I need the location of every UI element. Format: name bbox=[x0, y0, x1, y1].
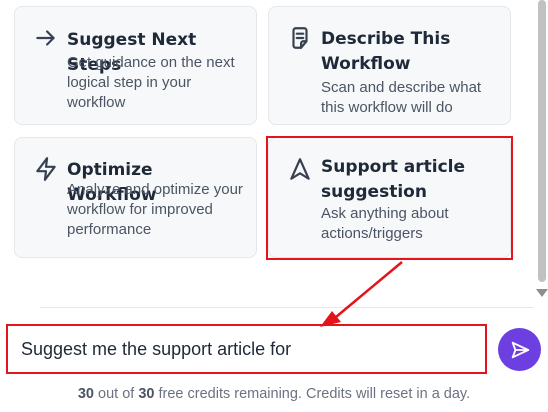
credits-status: 30 out of 30 free credits remaining. Cre… bbox=[0, 386, 548, 402]
credits-out-of: out of bbox=[98, 386, 135, 402]
credits-remaining: 30 bbox=[77, 386, 94, 402]
card-title: Describe This Workflow bbox=[321, 29, 451, 74]
chat-input[interactable] bbox=[6, 324, 487, 374]
card-description: Ask anything about actions/triggers bbox=[321, 205, 449, 242]
optimize-workflow-card[interactable]: Optimize Workflow Analyze and optimize y… bbox=[14, 137, 257, 258]
describe-workflow-card[interactable]: Describe This Workflow Scan and describe… bbox=[268, 6, 511, 125]
scroll-down-arrow-icon[interactable] bbox=[536, 289, 548, 297]
clipboard-list-icon bbox=[292, 27, 308, 49]
card-description: Get guidance on the next logical step in… bbox=[67, 54, 235, 111]
support-article-suggestion-card[interactable]: Support article suggestion Ask anything … bbox=[268, 137, 511, 258]
divider bbox=[40, 307, 534, 308]
lightning-bolt-icon bbox=[36, 157, 56, 181]
scrollbar[interactable] bbox=[535, 0, 548, 305]
credits-suffix: free credits remaining. Credits will res… bbox=[158, 386, 471, 402]
arrow-right-icon bbox=[36, 30, 55, 46]
card-description: Scan and describe what this workflow wil… bbox=[321, 79, 482, 116]
card-title: Support article suggestion bbox=[321, 157, 466, 202]
suggest-next-steps-card[interactable]: Suggest Next Steps Get guidance on the n… bbox=[14, 6, 257, 125]
scroll-thumb[interactable] bbox=[538, 0, 546, 282]
send-icon bbox=[511, 341, 529, 358]
navigation-arrow-icon bbox=[290, 158, 310, 180]
card-description: Analyze and optimize your workflow for i… bbox=[67, 181, 243, 238]
credits-total: 30 bbox=[138, 386, 155, 402]
send-button[interactable] bbox=[498, 328, 541, 371]
